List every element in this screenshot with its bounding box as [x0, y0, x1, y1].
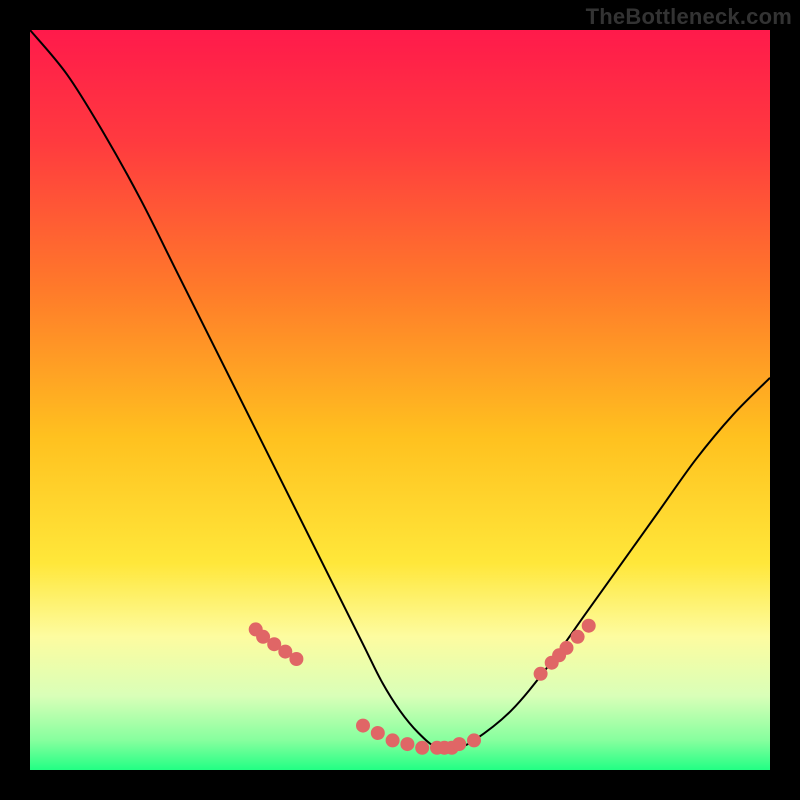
- curve-marker: [386, 733, 400, 747]
- curve-marker: [400, 737, 414, 751]
- curve-marker: [371, 726, 385, 740]
- curve-marker: [289, 652, 303, 666]
- plot-area: [30, 30, 770, 770]
- curve-marker: [571, 630, 585, 644]
- curve-marker: [467, 733, 481, 747]
- curve-marker: [582, 619, 596, 633]
- curve-marker: [534, 667, 548, 681]
- curve-marker: [415, 741, 429, 755]
- curve-marker: [560, 641, 574, 655]
- chart-svg: [30, 30, 770, 770]
- curve-marker: [356, 719, 370, 733]
- gradient-background: [30, 30, 770, 770]
- watermark-text: TheBottleneck.com: [586, 4, 792, 30]
- curve-marker: [452, 737, 466, 751]
- chart-frame: TheBottleneck.com: [0, 0, 800, 800]
